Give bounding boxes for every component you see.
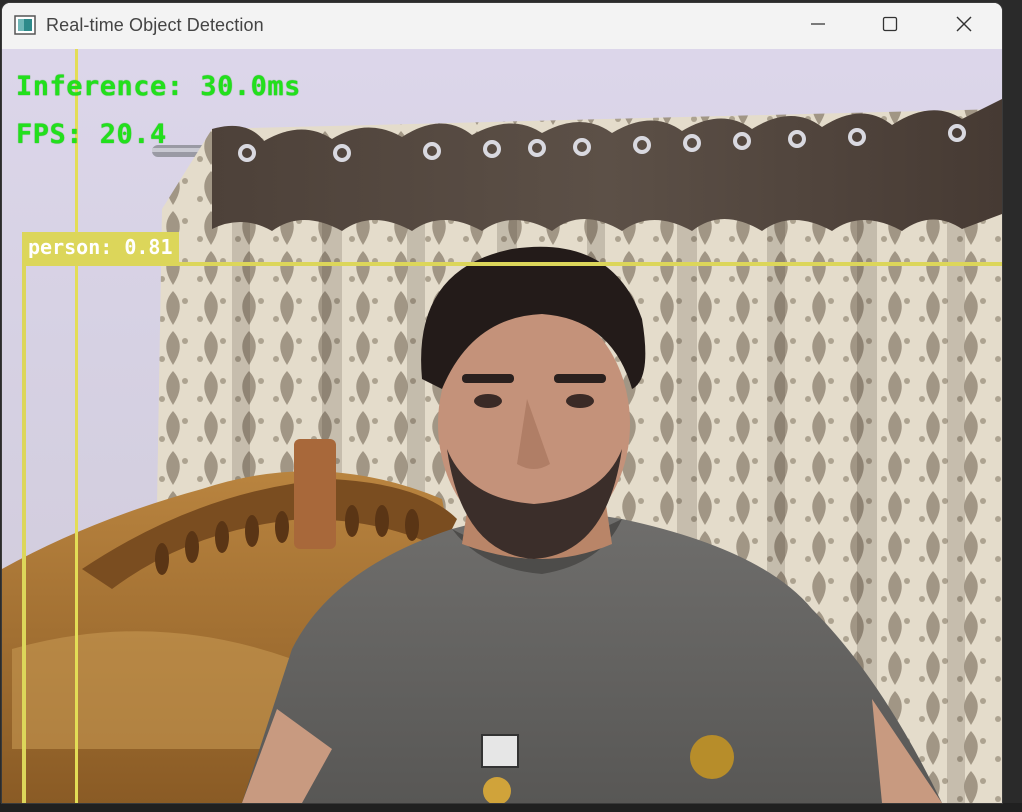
close-icon	[955, 15, 973, 37]
minimize-icon	[810, 16, 826, 36]
close-button[interactable]	[928, 3, 1000, 49]
maximize-icon	[882, 16, 898, 36]
title-bar[interactable]: Real-time Object Detection	[2, 3, 1002, 49]
bounding-box-left-edge	[22, 232, 26, 803]
maximize-button[interactable]	[854, 3, 926, 49]
opencv-window-icon	[14, 15, 36, 35]
vertical-guide-line	[75, 49, 78, 803]
desktop-right-edge	[1003, 0, 1022, 812]
bounding-box-top-edge	[24, 262, 1002, 266]
app-window: Real-time Object Detection Inference: 30…	[2, 3, 1002, 803]
detection-label: person: 0.81	[24, 232, 179, 262]
desktop-bottom-edge	[0, 803, 1022, 812]
window-title: Real-time Object Detection	[46, 15, 264, 35]
inference-time-label: Inference: 30.0ms	[16, 71, 301, 102]
fps-label: FPS: 20.4	[16, 119, 167, 150]
camera-scene	[2, 99, 1002, 803]
minimize-button[interactable]	[782, 3, 854, 49]
camera-frame: Inference: 30.0ms FPS: 20.4 person: 0.81	[2, 49, 1002, 803]
